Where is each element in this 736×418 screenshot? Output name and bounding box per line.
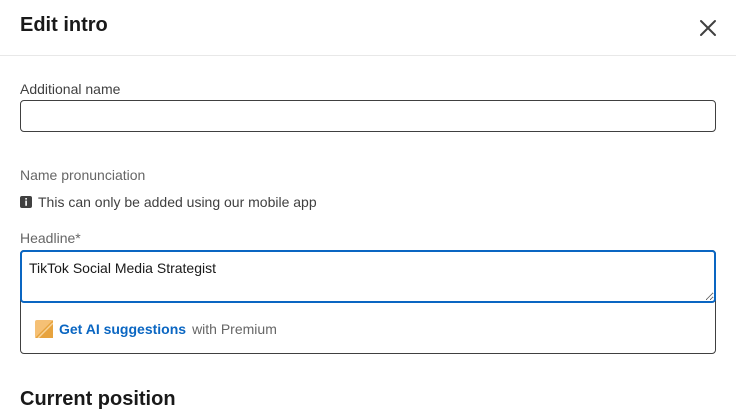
headline-input[interactable]: TikTok Social Media Strategist: [20, 250, 716, 303]
premium-ai-icon: [35, 320, 53, 338]
dialog-header: Edit intro: [0, 0, 736, 56]
pronunciation-info: This can only be added using our mobile …: [20, 193, 317, 211]
close-button[interactable]: [694, 14, 722, 42]
current-position-title: Current position: [20, 388, 176, 410]
additional-name-input[interactable]: [20, 100, 716, 132]
headline-field-group: TikTok Social Media Strategist Get AI su…: [20, 250, 716, 354]
edit-intro-dialog: Edit intro Additional name Name pronunci…: [0, 0, 736, 418]
ai-suggestions-row: Get AI suggestions with Premium: [35, 319, 277, 339]
pronunciation-info-text: This can only be added using our mobile …: [38, 194, 317, 210]
name-pronunciation-label: Name pronunciation: [20, 167, 146, 183]
get-ai-suggestions-link[interactable]: Get AI suggestions: [59, 321, 186, 337]
ai-suggestions-suffix: with Premium: [192, 321, 277, 337]
headline-label: Headline*: [20, 230, 81, 246]
dialog-title: Edit intro: [20, 14, 108, 36]
additional-name-label: Additional name: [20, 81, 121, 97]
info-icon: [20, 196, 32, 208]
close-icon: [700, 20, 716, 36]
